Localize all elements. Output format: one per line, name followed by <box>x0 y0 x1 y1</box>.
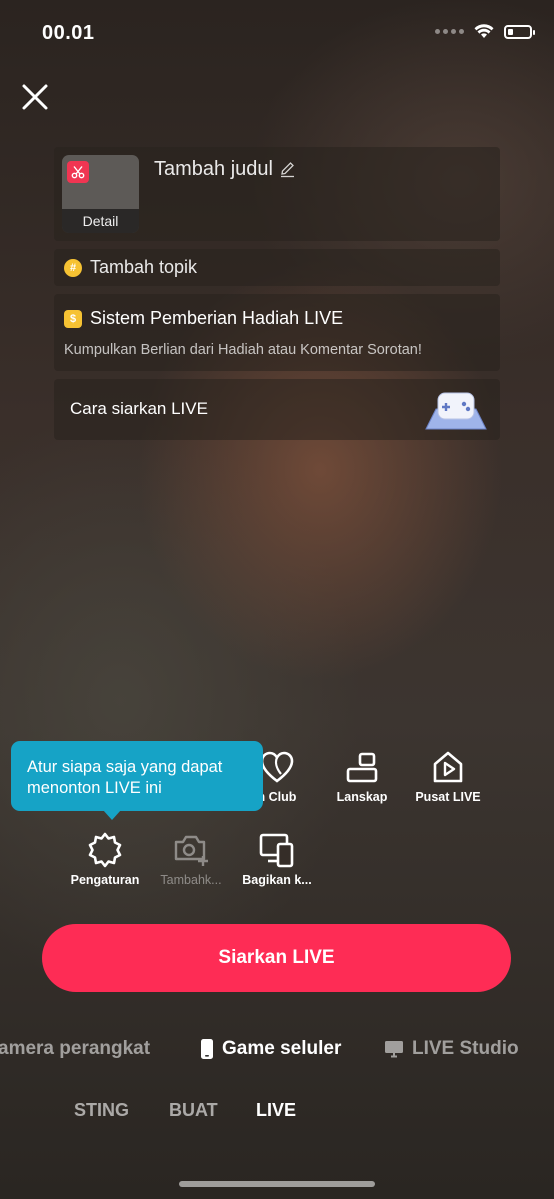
detail-label: Detail <box>62 209 139 233</box>
title-placeholder: Tambah judul <box>154 158 273 180</box>
tab-live[interactable]: LIVE <box>256 1100 296 1121</box>
house-play-icon <box>433 751 463 783</box>
game-controller-illustration <box>425 392 487 430</box>
tab-create[interactable]: BUAT <box>169 1100 218 1121</box>
add-title-field[interactable]: Tambah judul <box>154 158 296 181</box>
go-live-button[interactable]: Siarkan LIVE <box>42 924 511 992</box>
cover-thumbnail[interactable]: Detail <box>62 155 139 233</box>
status-time: 00.01 <box>42 22 95 44</box>
settings-tooltip: Atur siapa saja yang dapat menonton LIVE… <box>11 741 263 820</box>
settings-tool[interactable]: Pengaturan <box>57 831 153 887</box>
landscape-tool[interactable]: Lanskap <box>314 750 410 804</box>
mode-mobile-game[interactable]: Game seluler <box>200 1038 341 1060</box>
title-card: Detail Tambah judul <box>54 147 500 241</box>
mode-device-camera-label: amera perangkat <box>0 1038 151 1059</box>
mode-device-camera[interactable]: amera perangkat <box>0 1038 150 1060</box>
landscape-icon <box>346 752 378 783</box>
share-screen-tool[interactable]: Bagikan k... <box>229 831 325 887</box>
share-label: Bagikan k... <box>242 873 312 887</box>
home-indicator[interactable] <box>179 1181 375 1187</box>
devices-icon <box>259 833 294 868</box>
tooltip-line2: menonton LIVE ini <box>27 779 162 797</box>
add-photo-label: Tambahk... <box>160 873 222 887</box>
wifi-icon <box>474 24 494 38</box>
heart-icon <box>260 751 294 783</box>
mode-mobile-game-label: Game seluler <box>222 1038 342 1059</box>
add-photo-tool[interactable]: Tambahk... <box>143 831 239 887</box>
battery-icon <box>504 24 535 39</box>
monitor-icon <box>385 1041 403 1058</box>
gift-title: Sistem Pemberian Hadiah LIVE <box>90 308 344 328</box>
source-mode-selector: amera perangkat Game seluler LIVE Studio <box>0 1036 554 1064</box>
topic-label: Tambah topik <box>90 257 198 277</box>
gear-icon <box>88 832 122 868</box>
add-topic-row[interactable]: # Tambah topik <box>54 249 500 286</box>
tab-posting[interactable]: STING <box>74 1100 129 1121</box>
live-center-tool[interactable]: Pusat LIVE <box>400 750 496 804</box>
live-center-label: Pusat LIVE <box>415 790 481 804</box>
signal-icon <box>435 29 464 34</box>
mode-live-studio-label: LIVE Studio <box>412 1038 519 1059</box>
how-to-label: Cara siarkan LIVE <box>70 399 208 418</box>
scissors-icon <box>67 161 89 183</box>
settings-label: Pengaturan <box>70 873 140 887</box>
gift-system-row[interactable]: $ Sistem Pemberian Hadiah LIVE Kumpulkan… <box>54 294 500 371</box>
pencil-icon <box>280 162 294 178</box>
phone-icon <box>201 1039 213 1059</box>
camera-plus-icon <box>174 835 208 866</box>
gift-subtitle: Kumpulkan Berlian dari Hadiah atau Komen… <box>64 342 422 358</box>
landscape-label: Lanskap <box>336 790 388 804</box>
close-icon[interactable] <box>20 82 50 112</box>
creation-tabs: STING BUAT LIVE <box>0 1098 554 1124</box>
how-to-live-row[interactable]: Cara siarkan LIVE <box>54 379 500 440</box>
hashtag-icon: # <box>64 258 82 277</box>
coin-bag-icon: $ <box>64 309 82 328</box>
status-icons <box>435 24 535 39</box>
mode-live-studio[interactable]: LIVE Studio <box>384 1038 519 1060</box>
tooltip-line1: Atur siapa saja yang dapat <box>27 758 223 776</box>
gift-title-row: $ Sistem Pemberian Hadiah LIVE <box>64 308 343 329</box>
